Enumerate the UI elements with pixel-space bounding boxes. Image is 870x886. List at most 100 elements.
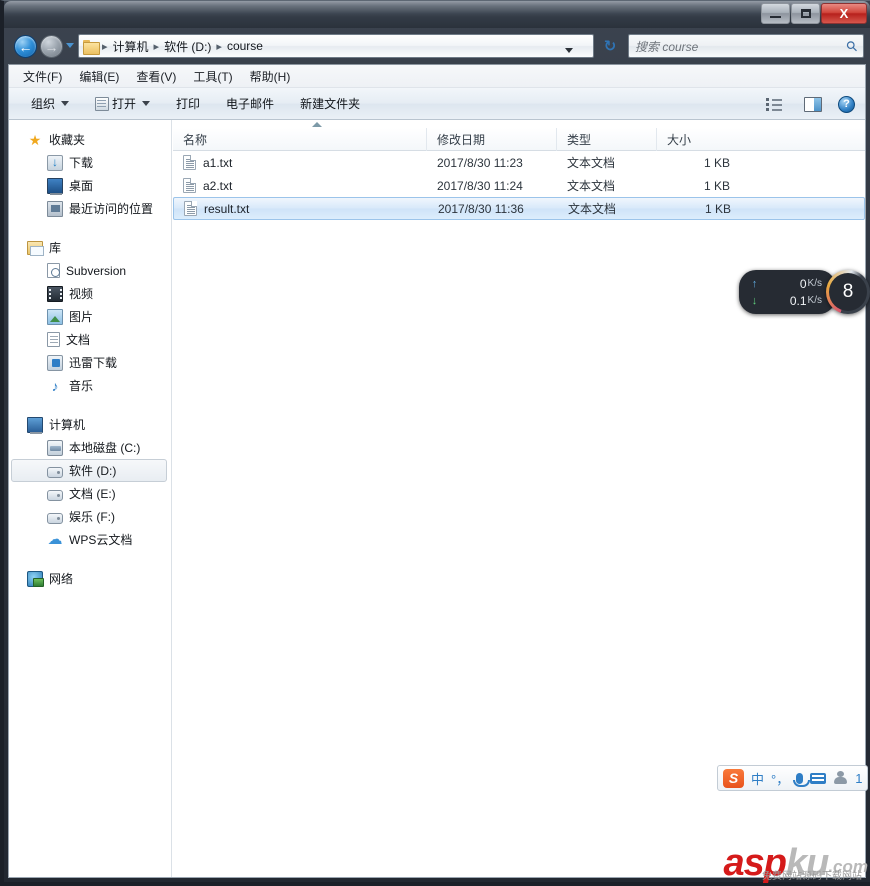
sidebar-item-favorites[interactable]: ★ 收藏夹 [9,128,171,151]
open-file-icon [95,97,109,111]
sidebar-item-subversion[interactable]: Subversion [9,259,171,282]
breadcrumb-item-drive[interactable]: 软件 (D:) [161,38,214,55]
sogou-logo-icon[interactable]: S [723,769,744,788]
sidebar-label: Subversion [66,264,126,278]
preview-pane-icon[interactable] [804,97,822,112]
search-input[interactable]: 搜索 course [635,38,847,55]
file-modified: 2017/8/30 11:23 [427,151,557,174]
thunder-download-icon [47,355,63,371]
breadcrumb-item-computer[interactable]: 计算机 [110,38,152,55]
star-icon: ★ [27,132,43,148]
file-type: 文本文档 [557,151,657,174]
microphone-icon[interactable] [796,773,803,784]
sort-ascending-icon [312,122,322,127]
spacer [9,222,171,236]
breadcrumb-separator: ▸ [152,40,162,53]
sidebar-label: 收藏夹 [49,131,85,148]
file-name-cell: a2.txt [173,174,427,197]
table-row[interactable]: a1.txt 2017/8/30 11:23 文本文档 1 KB [173,151,865,174]
history-dropdown-icon[interactable] [66,43,74,48]
menu-view[interactable]: 查看(V) [136,66,187,87]
upload-speed-value: 0 [761,277,807,291]
ime-extra-button[interactable]: 1 [855,771,862,786]
sidebar-item-wps-cloud[interactable]: ☁ WPS云文档 [9,528,171,551]
network-speed-pill[interactable]: ↑ 0 K/s ↓ 0.1 K/s [739,270,836,314]
sidebar-item-video[interactable]: 视频 [9,282,171,305]
network-speed-widget[interactable]: ↑ 0 K/s ↓ 0.1 K/s 8 [739,270,870,314]
sidebar-item-network[interactable]: 网络 [9,567,171,590]
search-box[interactable]: 搜索 course ⚲ [628,34,864,58]
ime-punctuation-button[interactable]: °， [771,769,789,788]
cpu-gauge[interactable]: 8 [826,270,870,314]
network-icon [27,571,43,587]
hard-disk-icon [47,440,63,456]
organize-button[interactable]: 组织 [31,95,69,112]
minimize-button[interactable] [761,3,790,24]
column-header-date[interactable]: 修改日期 [427,128,557,151]
sidebar-label: WPS云文档 [69,531,132,548]
downloads-icon [47,155,63,171]
menu-file[interactable]: 文件(F) [23,66,73,87]
navigation-pane[interactable]: ★ 收藏夹 下载 桌面 最近访问的位置 [9,120,172,877]
print-button[interactable]: 打印 [176,95,200,112]
email-button[interactable]: 电子邮件 [226,95,274,112]
new-folder-button[interactable]: 新建文件夹 [300,95,360,112]
refresh-button[interactable]: ↻ [598,34,622,58]
sidebar-item-computer[interactable]: 计算机 [9,413,171,436]
file-list-pane[interactable]: 名称 修改日期 类型 大小 a1.txt 2017/8/30 11:23 文本文… [173,120,865,877]
watermark: asp ku .com 免费网站源码下载网站 [723,846,868,880]
view-list-icon [766,98,782,111]
drive-icon [47,513,63,524]
keyboard-icon[interactable] [810,773,826,784]
view-options-button[interactable] [766,98,788,111]
close-button[interactable]: X [821,3,867,24]
maximize-icon [801,9,811,18]
cloud-icon: ☁ [47,532,63,548]
forward-button[interactable]: → [40,35,63,58]
file-modified: 2017/8/30 11:36 [428,198,558,219]
breadcrumb-separator: ▸ [100,40,110,53]
file-size: 1 KB [657,151,742,174]
breadcrumb-item-course[interactable]: course [224,39,266,53]
file-name: a1.txt [203,156,232,170]
close-icon: X [840,7,849,20]
music-icon: ♪ [47,378,63,394]
sidebar-item-downloads[interactable]: 下载 [9,151,171,174]
sidebar-item-pictures[interactable]: 图片 [9,305,171,328]
ime-toolbar[interactable]: S 中 °， 1 [717,765,868,791]
maximize-button[interactable] [791,3,820,24]
column-header-type[interactable]: 类型 [557,128,657,151]
watermark-tagline: 免费网站源码下载网站 [762,867,862,882]
back-button[interactable]: ← [14,35,37,58]
user-icon[interactable] [833,771,848,785]
sidebar-label: 桌面 [69,177,93,194]
file-modified: 2017/8/30 11:24 [427,174,557,197]
sidebar-item-drive-e[interactable]: 文档 (E:) [9,482,171,505]
nav-group-libraries: 库 Subversion 视频 图片 [9,236,171,397]
sidebar-item-thunder-download[interactable]: 迅雷下载 [9,351,171,374]
nav-group-computer: 计算机 本地磁盘 (C:) 软件 (D:) 文档 (E:) [9,413,171,551]
upload-arrow-icon: ↑ [749,278,761,290]
sort-indicator-strip [173,120,865,128]
column-header-size[interactable]: 大小 [657,128,742,151]
table-row[interactable]: result.txt 2017/8/30 11:36 文本文档 1 KB [173,197,865,220]
menu-tools[interactable]: 工具(T) [193,66,243,87]
help-icon[interactable]: ? [838,96,855,113]
ime-mode-button[interactable]: 中 [751,769,764,788]
sidebar-item-recent-places[interactable]: 最近访问的位置 [9,197,171,220]
address-dropdown-icon[interactable] [565,48,573,53]
address-bar[interactable]: ▸ 计算机 ▸ 软件 (D:) ▸ course [78,34,594,58]
open-button[interactable]: 打开 [95,95,150,112]
sidebar-item-local-disk-c[interactable]: 本地磁盘 (C:) [9,436,171,459]
menu-help[interactable]: 帮助(H) [250,66,302,87]
column-header-name[interactable]: 名称 [173,128,427,151]
sidebar-item-music[interactable]: ♪ 音乐 [9,374,171,397]
sidebar-item-documents[interactable]: 文档 [9,328,171,351]
sidebar-item-libraries[interactable]: 库 [9,236,171,259]
sidebar-item-drive-d[interactable]: 软件 (D:) [11,459,167,482]
sidebar-item-desktop[interactable]: 桌面 [9,174,171,197]
table-row[interactable]: a2.txt 2017/8/30 11:24 文本文档 1 KB [173,174,865,197]
menu-edit[interactable]: 编辑(E) [79,66,130,87]
sidebar-item-drive-f[interactable]: 娱乐 (F:) [9,505,171,528]
file-name: a2.txt [203,179,232,193]
